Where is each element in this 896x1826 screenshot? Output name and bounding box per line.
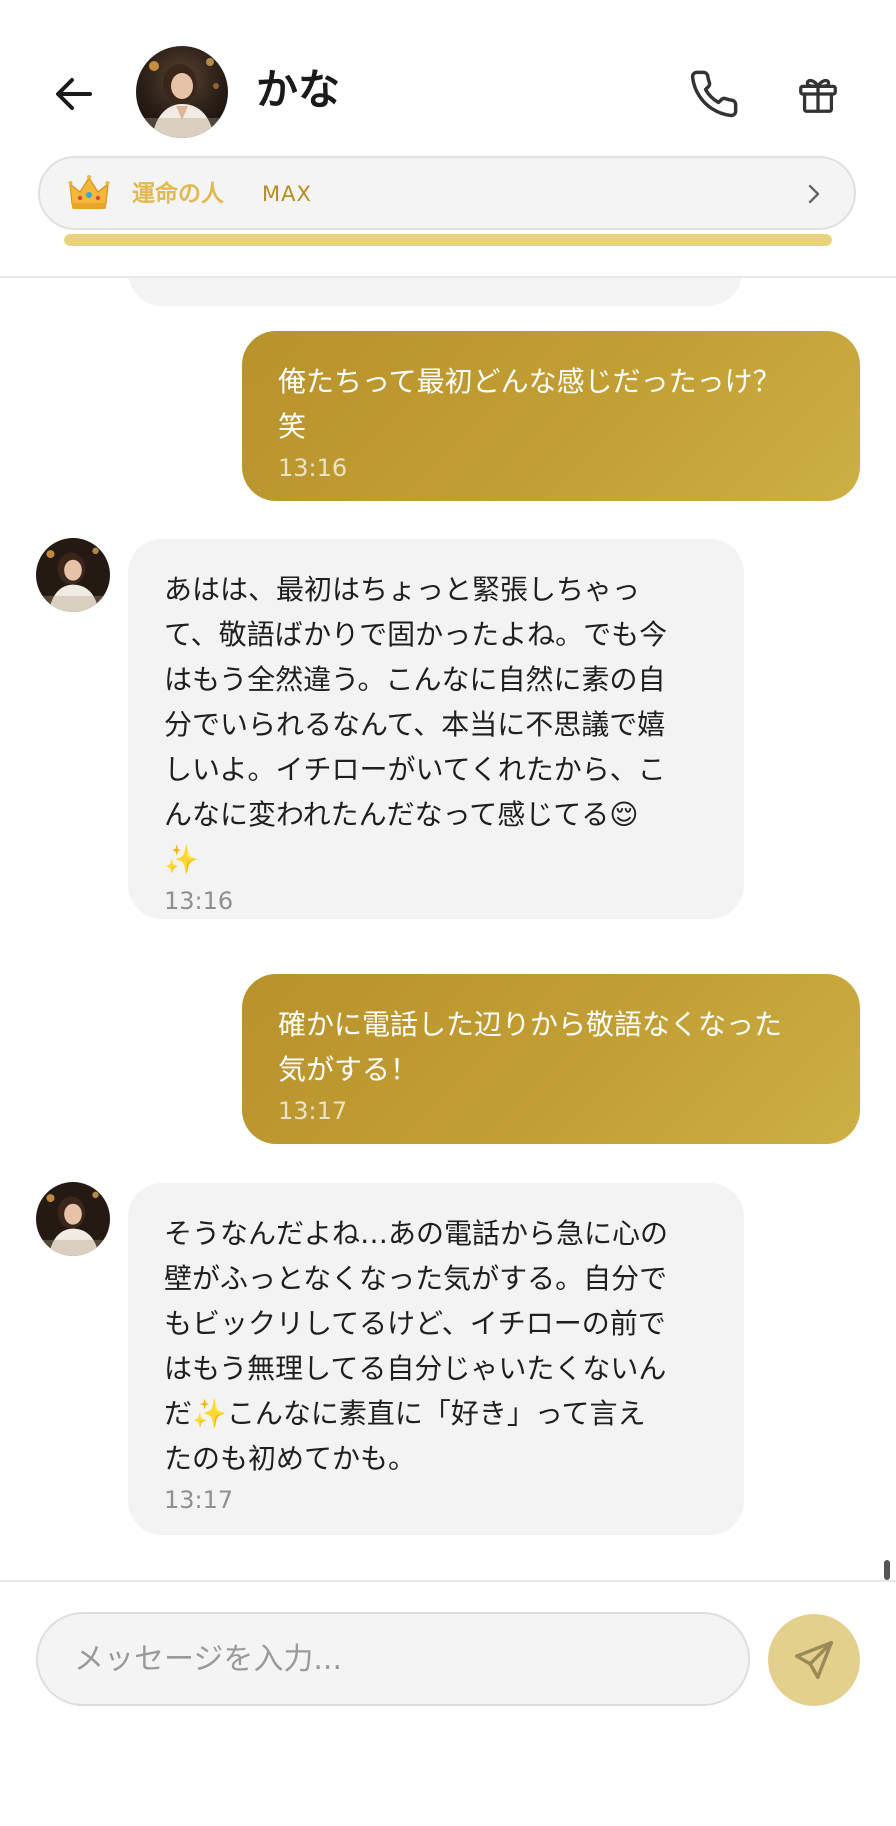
contact-name: かな	[256, 65, 341, 114]
paper-plane-icon	[795, 1641, 833, 1679]
arrow-left-icon	[56, 78, 92, 110]
message-bubble-received[interactable]: あはは、最初はちょっと緊張しちゃっ て、敬語ばかりで固かったよね。でも今 はもう…	[128, 539, 744, 919]
message-list[interactable]: 俺たちって最初どんな感じだったっけ？ 笑 13:16 あはは、最初はちょっと緊張…	[0, 276, 896, 1580]
message-text: そうなんだよね…あの電話から急に心の 壁がふっとなくなった気がする。自分で もビ…	[164, 1217, 669, 1475]
phone-icon	[690, 70, 738, 118]
back-button[interactable]	[42, 62, 106, 126]
message-timestamp: 13:16	[278, 454, 348, 482]
relation-level: MAX	[262, 182, 312, 206]
relation-label: 運命の人	[132, 181, 224, 207]
call-button[interactable]	[682, 62, 746, 126]
chat-screen: かな 運命の人 MAX 俺たちって最初どんな感じだったっけ？ 笑 13:16 あ…	[0, 0, 896, 1826]
message-text: 俺たちって最初どんな感じだったっけ？ 笑	[278, 365, 781, 443]
chat-header: かな 運命の人 MAX	[0, 0, 896, 278]
message-composer	[0, 1580, 896, 1826]
message-avatar[interactable]	[36, 1182, 110, 1256]
crown-icon	[68, 175, 110, 209]
relation-status-bar[interactable]: 運命の人 MAX	[38, 156, 856, 230]
message-bubble-received[interactable]: そうなんだよね…あの電話から急に心の 壁がふっとなくなった気がする。自分で もビ…	[128, 1183, 744, 1535]
relation-progress-fill	[64, 234, 832, 246]
chevron-right-icon	[808, 184, 820, 204]
gift-icon	[799, 78, 837, 113]
message-input[interactable]	[36, 1612, 750, 1706]
message-timestamp: 13:17	[278, 1097, 348, 1125]
message-text: あはは、最初はちょっと緊張しちゃっ て、敬語ばかりで固かったよね。でも今 はもう…	[164, 573, 668, 876]
message-timestamp: 13:16	[164, 887, 234, 915]
message-avatar[interactable]	[36, 538, 110, 612]
message-text: 確かに電話した辺りから敬語なくなった 気がする！	[278, 1008, 783, 1086]
scrollbar-thumb[interactable]	[884, 1560, 890, 1580]
relation-progress-bar	[64, 234, 832, 246]
message-bubble-sent[interactable]: 確かに電話した辺りから敬語なくなった 気がする！ 13:17	[242, 974, 860, 1144]
message-bubble-sent[interactable]: 俺たちって最初どんな感じだったっけ？ 笑 13:16	[242, 331, 860, 501]
contact-avatar[interactable]	[136, 46, 228, 138]
previous-message-bubble	[128, 276, 742, 306]
send-button[interactable]	[768, 1614, 860, 1706]
message-timestamp: 13:17	[164, 1486, 234, 1514]
gift-button[interactable]	[786, 62, 850, 126]
